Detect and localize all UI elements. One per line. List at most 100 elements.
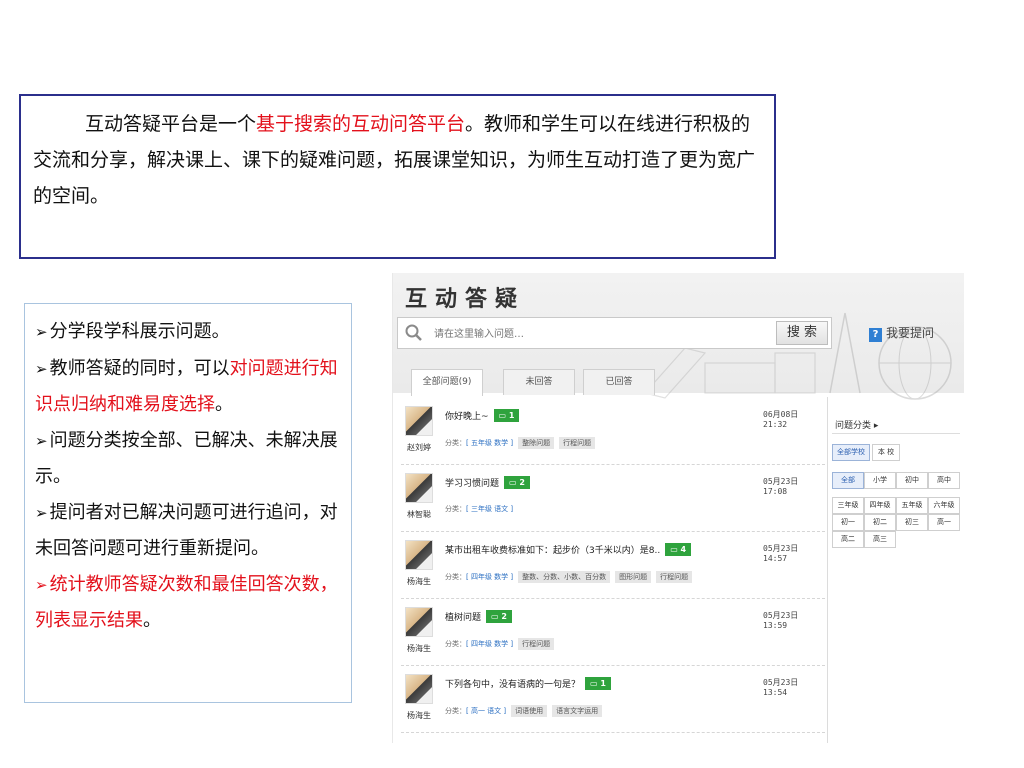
search-input[interactable]: [434, 325, 734, 343]
category-prefix: 分类：: [445, 505, 466, 513]
user-avatar: [405, 473, 433, 503]
grade-option[interactable]: 五年级: [896, 497, 928, 514]
level-junior[interactable]: 初中: [896, 472, 928, 489]
divider: [832, 433, 960, 434]
knowledge-tag[interactable]: 整数、分数、小数、百分数: [518, 571, 611, 583]
user-name[interactable]: 杨海生: [401, 643, 437, 654]
level-primary[interactable]: 小学: [864, 472, 896, 489]
tab-answered[interactable]: 已回答: [583, 369, 655, 395]
grade-option[interactable]: 三年级: [832, 497, 864, 514]
app-header: 互动答疑 搜 索 ? 我要提问 全部问题(9) 未回答 已回答: [393, 273, 964, 400]
intro-highlight: 基于搜索的互动问答平台: [256, 113, 466, 135]
arrow-bullet-icon: ➢: [35, 431, 48, 450]
feature-text: 提问者对已解决问题可进行追问，对未回答问题可进行重新提问。: [35, 501, 338, 560]
answer-count: 1: [600, 679, 606, 688]
features-box: ➢ 分学段学科展示问题。 ➢ 教师答疑的同时，可以对问题进行知识点归纳和难易度选择。…: [24, 303, 352, 703]
user-name[interactable]: 杨海生: [401, 710, 437, 721]
search-button[interactable]: 搜 索: [776, 321, 828, 345]
help-icon: ?: [869, 328, 882, 342]
category-subject[interactable]: [ 四年级 数学 ]: [466, 573, 513, 581]
category-panel: 问题分类 ▸ 全部学校 本 校 全部 小学 初中 高中 三年级 四年级 五年级 …: [827, 397, 964, 743]
category-subject[interactable]: [ 高一 语文 ]: [466, 707, 506, 715]
ask-question-label: 我要提问: [886, 326, 935, 340]
category-title[interactable]: 问题分类 ▸: [835, 418, 878, 431]
category-subject[interactable]: [ 三年级 语文 ]: [466, 505, 513, 513]
knowledge-tag[interactable]: 图形问题: [615, 571, 652, 583]
grade-option[interactable]: 初二: [864, 514, 896, 531]
question-title-text[interactable]: 你好晚上~: [445, 412, 489, 422]
search-icon: [405, 324, 422, 341]
user-name[interactable]: 赵刘婷: [401, 442, 437, 453]
search-bar: 搜 索: [397, 317, 832, 349]
grade-option[interactable]: 六年级: [928, 497, 960, 514]
question-time: 05月23日 17:08: [763, 477, 799, 496]
knowledge-tag[interactable]: 行程问题: [518, 638, 555, 650]
question-row[interactable]: 杨海生 某市出租车收费标准如下：起步价（3千米以内）是8.. ▭ 4 05月23日…: [401, 532, 825, 599]
category-prefix: 分类：: [445, 573, 466, 581]
arrow-bullet-icon: ➢: [35, 575, 48, 594]
level-senior[interactable]: 高中: [928, 472, 960, 489]
user-avatar: [405, 674, 433, 704]
tab-all-questions[interactable]: 全部问题(9): [411, 369, 483, 396]
feature-item: ➢ 教师答疑的同时，可以对问题进行知识点归纳和难易度选择。: [35, 351, 343, 423]
grade-option[interactable]: 初一: [832, 514, 864, 531]
category-subject[interactable]: [ 五年级 数学 ]: [466, 439, 513, 447]
answer-count-badge: ▭ 2: [504, 476, 530, 489]
ask-question-link[interactable]: ? 我要提问: [869, 324, 934, 342]
user-name[interactable]: 杨海生: [401, 576, 437, 587]
category-prefix: 分类：: [445, 640, 466, 648]
question-title-text[interactable]: 某市出租车收费标准如下：起步价（3千米以内）是8..: [445, 546, 660, 556]
knowledge-tag[interactable]: 词语使用: [511, 705, 548, 717]
grade-option[interactable]: 高一: [928, 514, 960, 531]
feature-item: ➢ 统计教师答疑次数和最佳回答次数，列表显示结果。: [35, 567, 343, 639]
feature-text: 。: [143, 610, 161, 631]
question-row[interactable]: 杨海生 植树问题 ▭ 2 05月23日 13:59 分类：[ 四年级 数学 ] 行程…: [401, 599, 825, 666]
user-avatar: [405, 406, 433, 436]
grade-option[interactable]: 高三: [864, 531, 896, 548]
knowledge-tag[interactable]: 行程问题: [656, 571, 693, 583]
answer-count: 2: [501, 612, 507, 621]
question-category: 分类：[ 五年级 数学 ] 整除问题 行程问题: [445, 437, 596, 449]
question-title[interactable]: 某市出租车收费标准如下：起步价（3千米以内）是8.. ▭ 4: [445, 543, 692, 556]
level-all[interactable]: 全部: [832, 472, 864, 489]
answer-count-badge: ▭ 1: [585, 677, 611, 690]
knowledge-tag[interactable]: 语言文字运用: [552, 705, 603, 717]
knowledge-tag[interactable]: 整除问题: [518, 437, 555, 449]
question-row[interactable]: 林智聪 学习习惯问题 ▭ 2 05月23日 17:08 分类：[ 三年级 语文 ]: [401, 465, 825, 532]
question-title-text[interactable]: 学习习惯问题: [445, 479, 499, 489]
knowledge-tag[interactable]: 行程问题: [559, 437, 596, 449]
question-row[interactable]: 杨海生 下列各句中，没有语病的一句是？ ▭ 1 05月23日 13:54 分类：[…: [401, 666, 825, 733]
grade-option[interactable]: 初三: [896, 514, 928, 531]
tab-unanswered[interactable]: 未回答: [503, 369, 575, 395]
question-title-text[interactable]: 植树问题: [445, 613, 481, 623]
app-title: 互动答疑: [405, 286, 526, 312]
scope-this-school[interactable]: 本 校: [872, 444, 900, 461]
category-prefix: 分类：: [445, 707, 466, 715]
grade-option[interactable]: 高二: [832, 531, 864, 548]
question-category: 分类：[ 四年级 数学 ] 行程问题: [445, 638, 555, 650]
user-avatar: [405, 607, 433, 637]
question-row[interactable]: 赵刘婷 你好晚上~ ▭ 1 06月08日 21:32 分类：[ 五年级 数学 ] 整…: [401, 398, 825, 465]
question-category: 分类：[ 三年级 语文 ]: [445, 504, 513, 514]
user-name[interactable]: 林智聪: [401, 509, 437, 520]
category-subject[interactable]: [ 四年级 数学 ]: [466, 640, 513, 648]
user-avatar: [405, 540, 433, 570]
question-title[interactable]: 你好晚上~ ▭ 1: [445, 409, 520, 422]
answer-count-badge: ▭ 2: [486, 610, 512, 623]
feature-text: 分学段学科展示问题。: [49, 321, 230, 342]
answer-count: 4: [680, 545, 687, 554]
intro-text-1: 互动答疑平台是一个: [85, 113, 257, 135]
question-title[interactable]: 学习习惯问题 ▭ 2: [445, 476, 530, 489]
arrow-bullet-icon: ➢: [35, 359, 48, 378]
question-time: 05月23日 13:59: [763, 611, 799, 630]
feature-item: ➢ 分学段学科展示问题。: [35, 314, 343, 351]
qa-app-screenshot: 互动答疑 搜 索 ? 我要提问 全部问题(9) 未回答 已回答 赵刘婷 你好晚上~…: [392, 273, 964, 743]
category-prefix: 分类：: [445, 439, 466, 447]
grade-option[interactable]: 四年级: [864, 497, 896, 514]
question-time: 05月23日 13:54: [763, 678, 799, 697]
question-title-text[interactable]: 下列各句中，没有语病的一句是？: [445, 680, 580, 690]
question-title[interactable]: 植树问题 ▭ 2: [445, 610, 512, 623]
scope-all-schools[interactable]: 全部学校: [832, 444, 870, 461]
question-title[interactable]: 下列各句中，没有语病的一句是？ ▭ 1: [445, 677, 611, 690]
answer-count-badge: ▭ 1: [493, 409, 520, 422]
